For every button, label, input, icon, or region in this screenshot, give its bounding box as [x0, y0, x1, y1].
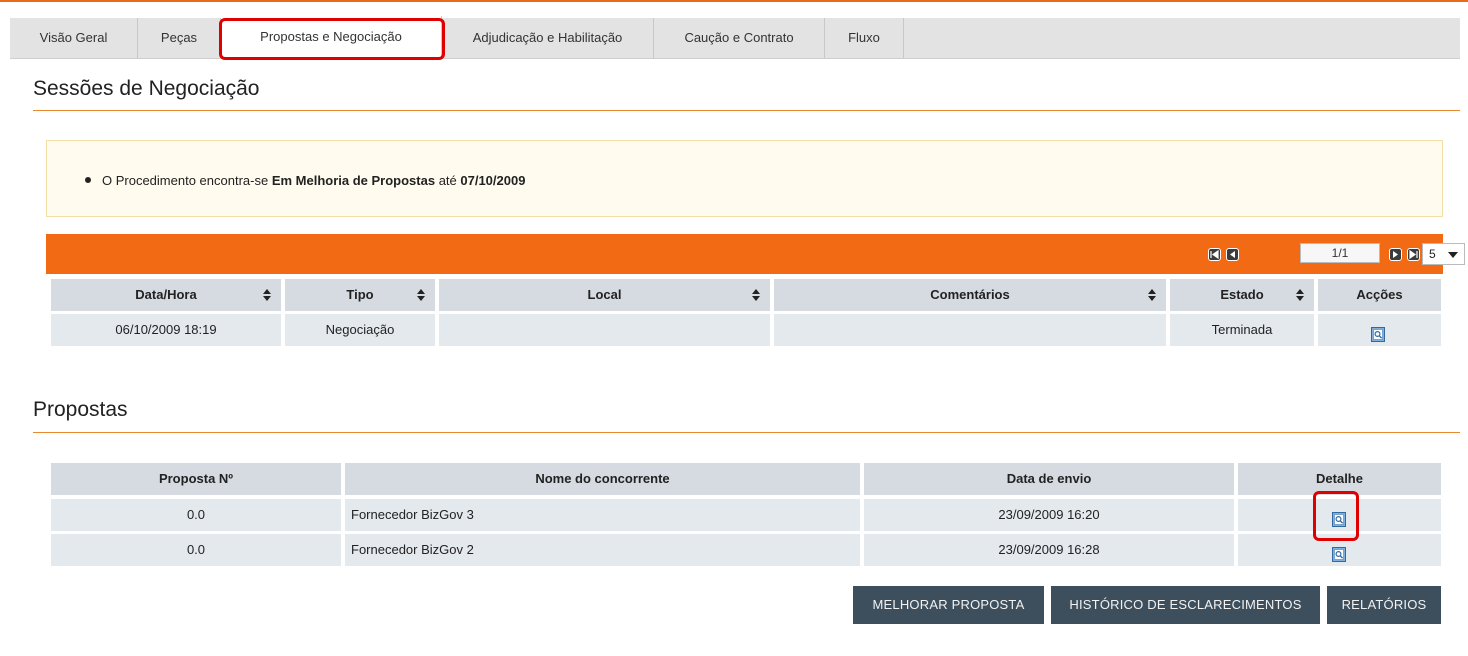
notice-message: O Procedimento encontra-se Em Melhoria d…: [102, 173, 525, 188]
column-header-label: Comentários: [930, 287, 1010, 302]
column-header-local[interactable]: Local: [439, 279, 770, 311]
notice-prefix: O Procedimento encontra-se: [102, 173, 272, 188]
column-header-nome-concorrente: Nome do concorrente: [345, 463, 860, 495]
page-size-select[interactable]: 5: [1422, 243, 1465, 265]
sessions-table-toolbar: 1/1 5: [46, 234, 1465, 274]
clarifications-history-button[interactable]: HISTÓRICO DE ESCLARECIMENTOS: [1051, 586, 1320, 624]
column-header-label: Estado: [1220, 287, 1264, 302]
sort-icon[interactable]: [263, 289, 271, 301]
table-cell-proposta-numero: 0.0: [51, 499, 341, 531]
column-header-data-envio: Data de envio: [864, 463, 1234, 495]
table-cell-data-envio: 23/09/2009 16:20: [864, 499, 1234, 531]
column-header-proposta-numero: Proposta Nº: [51, 463, 341, 495]
table-cell-accoes: [1318, 314, 1441, 346]
proposals-divider: [33, 432, 1460, 433]
view-details-icon[interactable]: [1332, 507, 1346, 527]
tab-bar: Visão Geral Peças Propostas e Negociação…: [10, 16, 1460, 59]
notice-date: 07/10/2009: [460, 173, 526, 188]
tab-visao-geral[interactable]: Visão Geral: [10, 18, 138, 58]
previous-page-icon[interactable]: [1226, 248, 1239, 261]
tab-fluxo[interactable]: Fluxo: [825, 18, 904, 58]
bullet-icon: [85, 177, 91, 183]
improve-proposal-button[interactable]: MELHORAR PROPOSTA: [853, 586, 1044, 624]
view-details-icon[interactable]: [1332, 542, 1346, 562]
next-page-icon[interactable]: [1389, 248, 1402, 261]
last-page-icon[interactable]: [1407, 248, 1420, 261]
table-cell-proposta-numero: 0.0: [51, 534, 341, 566]
page-size-value: 5: [1429, 247, 1436, 261]
tab-pecas[interactable]: Peças: [138, 18, 221, 58]
sessions-divider: [33, 110, 1460, 111]
column-header-data-hora[interactable]: Data/Hora: [51, 279, 281, 311]
first-page-icon[interactable]: [1208, 248, 1221, 261]
sort-icon[interactable]: [752, 289, 760, 301]
sessions-section-title: Sessões de Negociação: [33, 77, 260, 100]
chevron-down-icon: [1448, 252, 1458, 258]
column-header-label: Data/Hora: [135, 287, 197, 302]
table-cell-estado: Terminada: [1170, 314, 1314, 346]
page-indicator[interactable]: 1/1: [1300, 243, 1380, 263]
sort-icon[interactable]: [417, 289, 425, 301]
table-cell-data-envio: 23/09/2009 16:28: [864, 534, 1234, 566]
table-cell-detalhe: [1238, 534, 1441, 566]
table-cell-data-hora: 06/10/2009 18:19: [51, 314, 281, 346]
table-cell-local: [439, 314, 770, 346]
notice-middle: até: [435, 173, 461, 188]
column-header-label: Tipo: [346, 287, 374, 302]
procedure-status-notice: O Procedimento encontra-se Em Melhoria d…: [46, 140, 1443, 217]
notice-state: Em Melhoria de Propostas: [271, 173, 436, 188]
column-header-comentarios[interactable]: Comentários: [774, 279, 1166, 311]
tab-adjudicacao-e-habilitacao[interactable]: Adjudicação e Habilitação: [442, 18, 654, 58]
tab-caucao-e-contrato[interactable]: Caução e Contrato: [654, 18, 825, 58]
sort-icon[interactable]: [1296, 289, 1304, 301]
top-accent-line: [0, 0, 1468, 2]
column-header-label: Local: [587, 287, 622, 302]
column-header-accoes: Acções: [1318, 279, 1441, 311]
table-cell-tipo: Negociação: [285, 314, 435, 346]
table-cell-comentarios: [774, 314, 1166, 346]
tab-propostas-e-negociacao[interactable]: Propostas e Negociação: [221, 16, 442, 58]
table-cell-concorrente: Fornecedor BizGov 2: [345, 534, 860, 566]
sort-icon[interactable]: [1148, 289, 1156, 301]
table-cell-concorrente: Fornecedor BizGov 3: [345, 499, 860, 531]
column-header-estado[interactable]: Estado: [1170, 279, 1314, 311]
column-header-tipo[interactable]: Tipo: [285, 279, 435, 311]
table-cell-detalhe: [1238, 499, 1441, 531]
proposals-section-title: Propostas: [33, 398, 128, 421]
view-details-icon[interactable]: [1371, 322, 1385, 342]
column-header-detalhe: Detalhe: [1238, 463, 1441, 495]
reports-button[interactable]: RELATÓRIOS: [1327, 586, 1441, 624]
